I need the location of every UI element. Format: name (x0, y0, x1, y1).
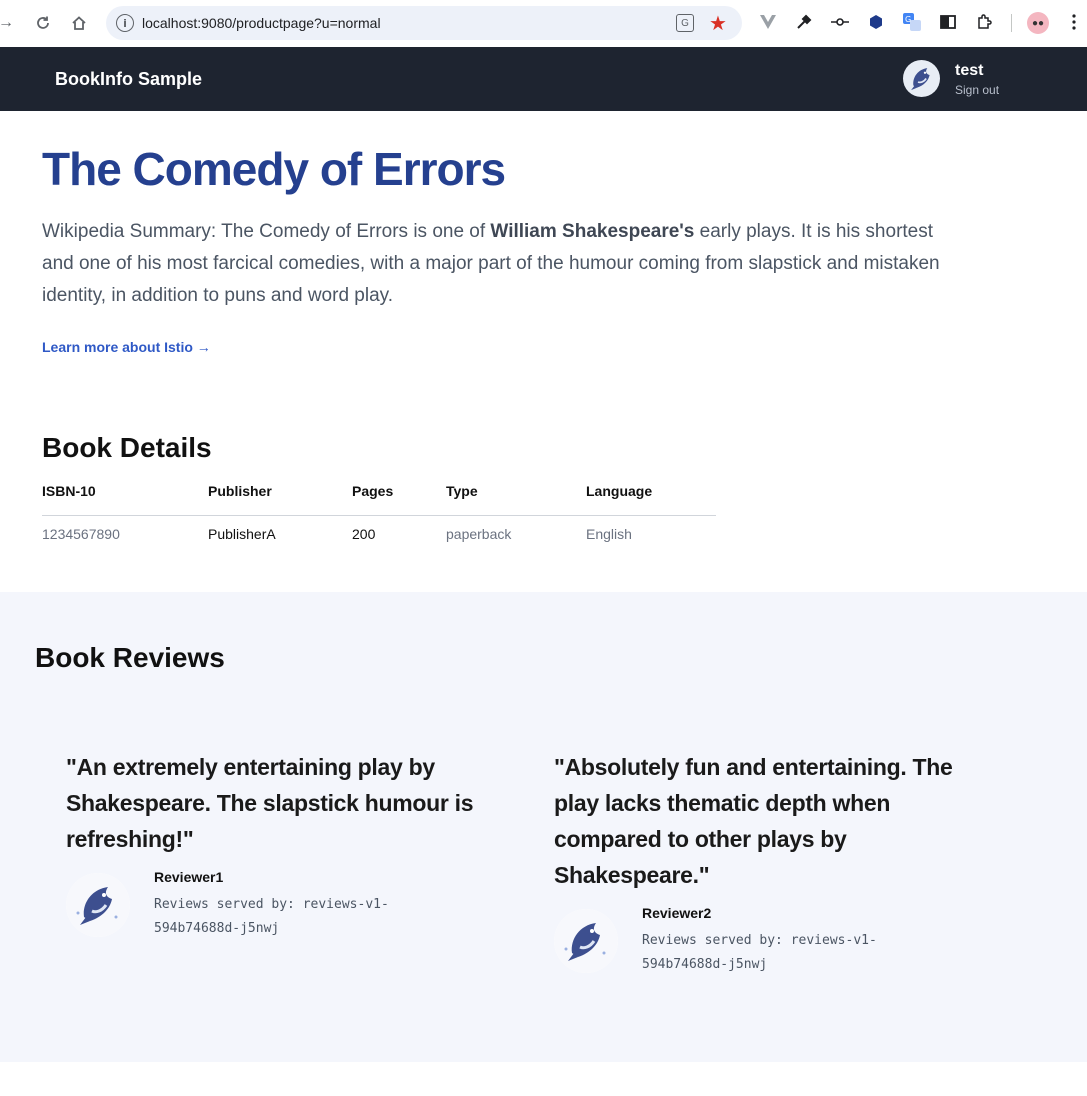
google-translate-icon[interactable]: G (901, 11, 923, 33)
review-card: "An extremely entertaining play by Shake… (66, 749, 486, 939)
book-details-table: ISBN-10 Publisher Pages Type Language 12… (42, 476, 716, 542)
git-commit-icon[interactable] (829, 11, 851, 33)
back-arrow-icon[interactable]: → (0, 11, 18, 35)
user-avatar[interactable] (903, 60, 940, 97)
toolbar-divider (1011, 14, 1012, 32)
book-reviews-heading: Book Reviews (35, 642, 225, 673)
review-meta: Reviewer1 Reviews served by: reviews-v1-… (66, 869, 486, 939)
bookmark-star-icon[interactable]: ★ (709, 11, 727, 36)
book-title: The Comedy of Errors (42, 143, 506, 195)
pages-value: 200 (352, 526, 376, 542)
book-summary: Wikipedia Summary: The Comedy of Errors … (42, 216, 942, 312)
hexagon-extension-icon[interactable] (865, 11, 887, 33)
app-title[interactable]: BookInfo Sample (55, 69, 202, 90)
eyedropper-icon[interactable] (793, 11, 815, 33)
sidebar-icon[interactable] (937, 11, 959, 33)
vue-devtools-icon[interactable] (757, 11, 779, 33)
more-menu-icon[interactable] (1063, 11, 1085, 33)
sign-out-link[interactable]: Sign out (955, 83, 999, 97)
served-by-text: Reviews served by: reviews-v1-594b74688d… (154, 897, 389, 936)
type-value: paperback (446, 526, 512, 542)
reviewer-name: Reviewer2 (642, 905, 712, 921)
app-header: BookInfo Sample test Sign out (0, 47, 1087, 111)
site-info-icon[interactable]: i (116, 14, 134, 32)
user-name: test (955, 62, 984, 79)
publisher-value: PublisherA (208, 526, 276, 542)
book-details-heading: Book Details (42, 432, 212, 463)
isbn-value: 1234567890 (42, 526, 120, 542)
reviewer-name: Reviewer1 (154, 869, 224, 885)
extensions-puzzle-icon[interactable] (973, 11, 995, 33)
review-card: "Absolutely fun and entertaining. The pl… (554, 749, 974, 975)
home-icon[interactable] (67, 11, 91, 35)
learn-more-link[interactable]: Learn more about Istio → (42, 339, 211, 355)
reviewer-avatar (554, 909, 618, 973)
served-by-text: Reviews served by: reviews-v1-594b74688d… (642, 933, 877, 972)
reviewer-avatar (66, 873, 130, 937)
profile-avatar-icon[interactable]: ●● (1027, 12, 1049, 34)
review-quote: "An extremely entertaining play by Shake… (66, 754, 474, 852)
review-quote: "Absolutely fun and entertaining. The pl… (554, 754, 953, 888)
reviews-section: Book Reviews "An extremely entertaining … (0, 592, 1087, 1062)
reload-icon[interactable] (31, 11, 55, 35)
language-value: English (586, 526, 632, 542)
translate-icon[interactable]: G (676, 14, 694, 32)
browser-toolbar: → i localhost:9080/productpage?u=normal … (0, 0, 1087, 46)
url-text[interactable]: localhost:9080/productpage?u=normal (142, 15, 381, 31)
summary-prefix: Wikipedia Summary: The Comedy of Errors … (42, 221, 491, 242)
svg-text:G: G (905, 15, 911, 24)
table-row: 1234567890 PublisherA 200 paperback Engl… (42, 476, 716, 542)
address-bar[interactable]: i localhost:9080/productpage?u=normal G … (106, 6, 742, 40)
summary-author: William Shakespeare's (490, 221, 695, 242)
review-meta: Reviewer2 Reviews served by: reviews-v1-… (554, 905, 974, 975)
dolphin-avatar (66, 873, 130, 937)
dolphin-avatar (554, 909, 618, 973)
dolphin-avatar (911, 68, 930, 91)
